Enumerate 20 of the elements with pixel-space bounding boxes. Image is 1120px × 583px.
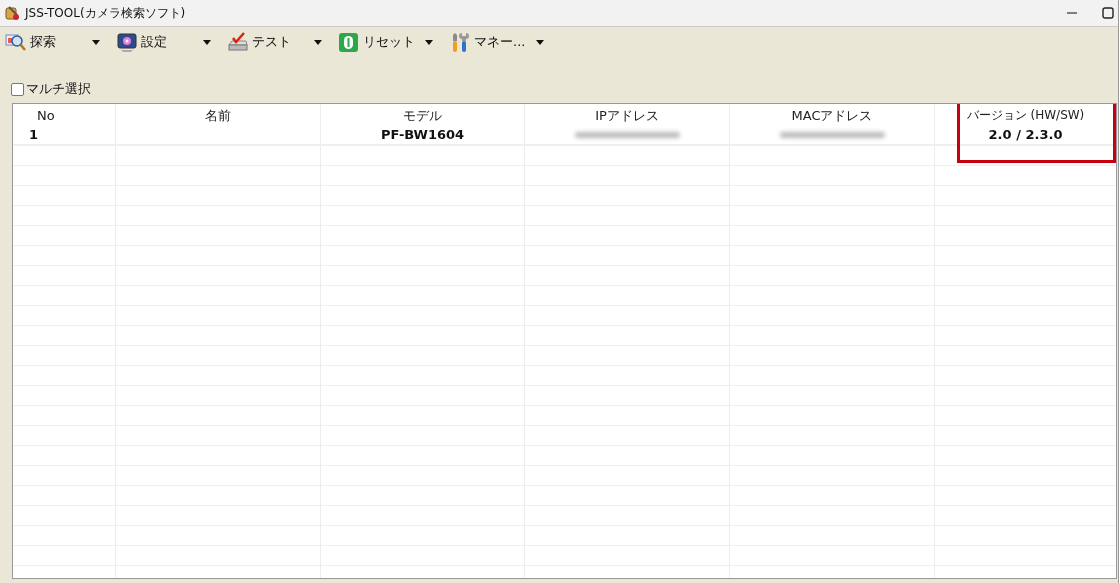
dropdown-caret-icon[interactable] [425,39,433,45]
window-title: JSS-TOOL(カメラ検索ソフト) [25,4,186,22]
checkmark-tray-icon[interactable] [227,31,248,53]
power-button-icon[interactable] [338,31,359,53]
toolbar-button[interactable]: リセット [363,33,423,51]
toolbar-button[interactable]: 探索 [30,33,90,51]
multi-select-checkbox[interactable]: マルチ選択 [11,80,1117,98]
toolbar-button[interactable]: マネー... [474,33,534,51]
dropdown-caret-icon[interactable] [536,39,544,45]
maximize-icon[interactable] [1102,7,1114,19]
table-cell: 1 [29,127,39,142]
dropdown-caret-icon[interactable] [314,39,322,45]
table-cell: PF-BW1604 [380,127,465,142]
toolbar-button[interactable]: 設定 [141,33,201,51]
dropdown-caret-icon[interactable] [92,39,100,45]
table-cell: 2.0 / 2.3.0 [988,127,1063,142]
magnifier-icon[interactable] [5,31,26,53]
toolbar-button[interactable]: テスト [252,33,312,51]
dropdown-caret-icon[interactable] [203,39,211,45]
app-icon [4,5,20,21]
